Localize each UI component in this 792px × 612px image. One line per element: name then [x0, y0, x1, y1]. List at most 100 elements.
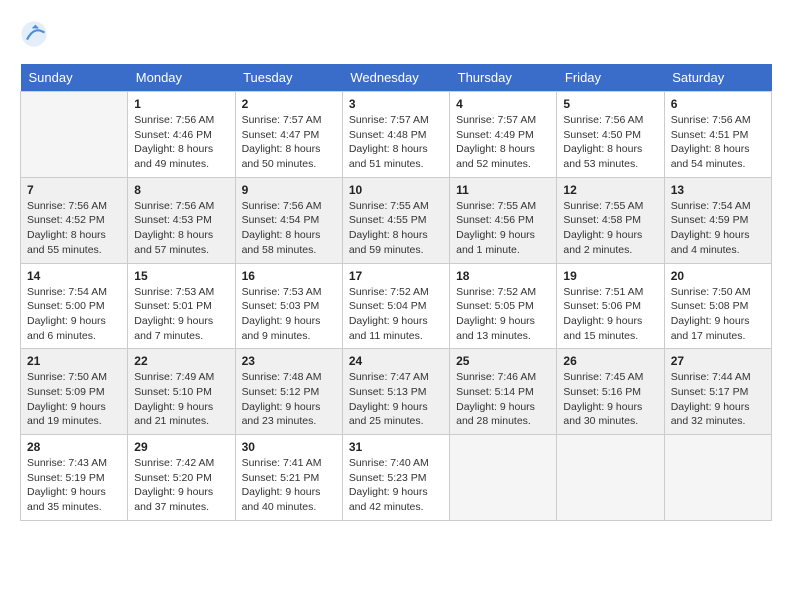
day-detail: Sunrise: 7:41 AM Sunset: 5:21 PM Dayligh… — [242, 456, 336, 515]
day-detail: Sunrise: 7:43 AM Sunset: 5:19 PM Dayligh… — [27, 456, 121, 515]
day-number: 7 — [27, 183, 121, 197]
weekday-header-wednesday: Wednesday — [342, 64, 449, 92]
logo-icon — [20, 20, 48, 48]
calendar-cell: 25 Sunrise: 7:46 AM Sunset: 5:14 PM Dayli… — [450, 349, 557, 435]
day-number: 18 — [456, 269, 550, 283]
day-detail: Sunrise: 7:56 AM Sunset: 4:53 PM Dayligh… — [134, 199, 228, 258]
day-detail: Sunrise: 7:55 AM Sunset: 4:56 PM Dayligh… — [456, 199, 550, 258]
calendar-cell: 24 Sunrise: 7:47 AM Sunset: 5:13 PM Dayli… — [342, 349, 449, 435]
calendar-cell: 6Sunrise: 7:56 AM Sunset: 4:51 PM Daylig… — [664, 92, 771, 178]
calendar-cell: 3 Sunrise: 7:57 AM Sunset: 4:48 PM Daylig… — [342, 92, 449, 178]
day-number: 25 — [456, 354, 550, 368]
calendar-cell: 27 Sunrise: 7:44 AM Sunset: 5:17 PM Dayli… — [664, 349, 771, 435]
calendar-cell: 29 Sunrise: 7:42 AM Sunset: 5:20 PM Dayli… — [128, 435, 235, 521]
day-number: 10 — [349, 183, 443, 197]
day-number: 5 — [563, 97, 657, 111]
weekday-header-thursday: Thursday — [450, 64, 557, 92]
day-detail: Sunrise: 7:53 AM Sunset: 5:01 PM Dayligh… — [134, 285, 228, 344]
calendar-cell: 30 Sunrise: 7:41 AM Sunset: 5:21 PM Dayli… — [235, 435, 342, 521]
day-number: 20 — [671, 269, 765, 283]
day-detail: Sunrise: 7:54 AM Sunset: 4:59 PM Dayligh… — [671, 199, 765, 258]
calendar-cell: 12 Sunrise: 7:55 AM Sunset: 4:58 PM Dayli… — [557, 177, 664, 263]
day-detail: Sunrise: 7:56 AM Sunset: 4:50 PM Dayligh… — [563, 113, 657, 172]
weekday-header-saturday: Saturday — [664, 64, 771, 92]
day-number: 30 — [242, 440, 336, 454]
calendar-cell — [557, 435, 664, 521]
calendar-cell: 16 Sunrise: 7:53 AM Sunset: 5:03 PM Dayli… — [235, 263, 342, 349]
weekday-header-monday: Monday — [128, 64, 235, 92]
calendar-cell: 1 Sunrise: 7:56 AM Sunset: 4:46 PM Daylig… — [128, 92, 235, 178]
day-detail: Sunrise: 7:57 AM Sunset: 4:49 PM Dayligh… — [456, 113, 550, 172]
calendar-cell: 17 Sunrise: 7:52 AM Sunset: 5:04 PM Dayli… — [342, 263, 449, 349]
calendar-week-row: 1 Sunrise: 7:56 AM Sunset: 4:46 PM Daylig… — [21, 92, 772, 178]
day-detail: Sunrise: 7:56 AM Sunset: 4:46 PM Dayligh… — [134, 113, 228, 172]
day-detail: Sunrise: 7:50 AM Sunset: 5:09 PM Dayligh… — [27, 370, 121, 429]
day-detail: Sunrise: 7:54 AM Sunset: 5:00 PM Dayligh… — [27, 285, 121, 344]
day-number: 19 — [563, 269, 657, 283]
calendar-cell: 22Sunrise: 7:49 AM Sunset: 5:10 PM Dayli… — [128, 349, 235, 435]
day-detail: Sunrise: 7:47 AM Sunset: 5:13 PM Dayligh… — [349, 370, 443, 429]
day-detail: Sunrise: 7:51 AM Sunset: 5:06 PM Dayligh… — [563, 285, 657, 344]
day-number: 12 — [563, 183, 657, 197]
calendar-cell: 9Sunrise: 7:56 AM Sunset: 4:54 PM Daylig… — [235, 177, 342, 263]
calendar-cell: 23 Sunrise: 7:48 AM Sunset: 5:12 PM Dayli… — [235, 349, 342, 435]
page-header — [20, 20, 772, 48]
day-detail: Sunrise: 7:49 AM Sunset: 5:10 PM Dayligh… — [134, 370, 228, 429]
weekday-header-friday: Friday — [557, 64, 664, 92]
day-number: 15 — [134, 269, 228, 283]
calendar-cell: 28 Sunrise: 7:43 AM Sunset: 5:19 PM Dayli… — [21, 435, 128, 521]
calendar-cell: 15 Sunrise: 7:53 AM Sunset: 5:01 PM Dayli… — [128, 263, 235, 349]
day-detail: Sunrise: 7:56 AM Sunset: 4:52 PM Dayligh… — [27, 199, 121, 258]
calendar-cell: 11 Sunrise: 7:55 AM Sunset: 4:56 PM Dayli… — [450, 177, 557, 263]
calendar-week-row: 7 Sunrise: 7:56 AM Sunset: 4:52 PM Daylig… — [21, 177, 772, 263]
calendar-cell: 31 Sunrise: 7:40 AM Sunset: 5:23 PM Dayli… — [342, 435, 449, 521]
day-number: 23 — [242, 354, 336, 368]
day-number: 26 — [563, 354, 657, 368]
day-detail: Sunrise: 7:40 AM Sunset: 5:23 PM Dayligh… — [349, 456, 443, 515]
calendar-cell: 10Sunrise: 7:55 AM Sunset: 4:55 PM Dayli… — [342, 177, 449, 263]
calendar-cell: 14Sunrise: 7:54 AM Sunset: 5:00 PM Dayli… — [21, 263, 128, 349]
day-number: 24 — [349, 354, 443, 368]
day-number: 16 — [242, 269, 336, 283]
weekday-header-tuesday: Tuesday — [235, 64, 342, 92]
calendar-cell: 21 Sunrise: 7:50 AM Sunset: 5:09 PM Dayli… — [21, 349, 128, 435]
calendar-cell: 18 Sunrise: 7:52 AM Sunset: 5:05 PM Dayli… — [450, 263, 557, 349]
day-detail: Sunrise: 7:57 AM Sunset: 4:48 PM Dayligh… — [349, 113, 443, 172]
calendar-cell: 20 Sunrise: 7:50 AM Sunset: 5:08 PM Dayli… — [664, 263, 771, 349]
day-number: 29 — [134, 440, 228, 454]
day-detail: Sunrise: 7:53 AM Sunset: 5:03 PM Dayligh… — [242, 285, 336, 344]
day-detail: Sunrise: 7:52 AM Sunset: 5:04 PM Dayligh… — [349, 285, 443, 344]
day-detail: Sunrise: 7:42 AM Sunset: 5:20 PM Dayligh… — [134, 456, 228, 515]
day-number: 2 — [242, 97, 336, 111]
day-detail: Sunrise: 7:50 AM Sunset: 5:08 PM Dayligh… — [671, 285, 765, 344]
day-number: 8 — [134, 183, 228, 197]
calendar-cell: 26 Sunrise: 7:45 AM Sunset: 5:16 PM Dayli… — [557, 349, 664, 435]
calendar-cell: 4 Sunrise: 7:57 AM Sunset: 4:49 PM Daylig… — [450, 92, 557, 178]
day-number: 4 — [456, 97, 550, 111]
day-number: 17 — [349, 269, 443, 283]
day-detail: Sunrise: 7:46 AM Sunset: 5:14 PM Dayligh… — [456, 370, 550, 429]
day-number: 27 — [671, 354, 765, 368]
day-detail: Sunrise: 7:52 AM Sunset: 5:05 PM Dayligh… — [456, 285, 550, 344]
logo — [20, 20, 52, 48]
day-number: 31 — [349, 440, 443, 454]
calendar-cell: 8 Sunrise: 7:56 AM Sunset: 4:53 PM Daylig… — [128, 177, 235, 263]
calendar-cell: 5 Sunrise: 7:56 AM Sunset: 4:50 PM Daylig… — [557, 92, 664, 178]
day-number: 11 — [456, 183, 550, 197]
weekday-header-sunday: Sunday — [21, 64, 128, 92]
day-number: 21 — [27, 354, 121, 368]
day-number: 13 — [671, 183, 765, 197]
calendar-table: SundayMondayTuesdayWednesdayThursdayFrid… — [20, 64, 772, 521]
day-detail: Sunrise: 7:44 AM Sunset: 5:17 PM Dayligh… — [671, 370, 765, 429]
day-detail: Sunrise: 7:56 AM Sunset: 4:54 PM Dayligh… — [242, 199, 336, 258]
day-detail: Sunrise: 7:48 AM Sunset: 5:12 PM Dayligh… — [242, 370, 336, 429]
day-number: 28 — [27, 440, 121, 454]
calendar-cell: 7 Sunrise: 7:56 AM Sunset: 4:52 PM Daylig… — [21, 177, 128, 263]
day-detail: Sunrise: 7:45 AM Sunset: 5:16 PM Dayligh… — [563, 370, 657, 429]
day-number: 3 — [349, 97, 443, 111]
day-number: 1 — [134, 97, 228, 111]
calendar-cell — [664, 435, 771, 521]
calendar-header-row: SundayMondayTuesdayWednesdayThursdayFrid… — [21, 64, 772, 92]
calendar-cell: 2Sunrise: 7:57 AM Sunset: 4:47 PM Daylig… — [235, 92, 342, 178]
day-detail: Sunrise: 7:55 AM Sunset: 4:58 PM Dayligh… — [563, 199, 657, 258]
